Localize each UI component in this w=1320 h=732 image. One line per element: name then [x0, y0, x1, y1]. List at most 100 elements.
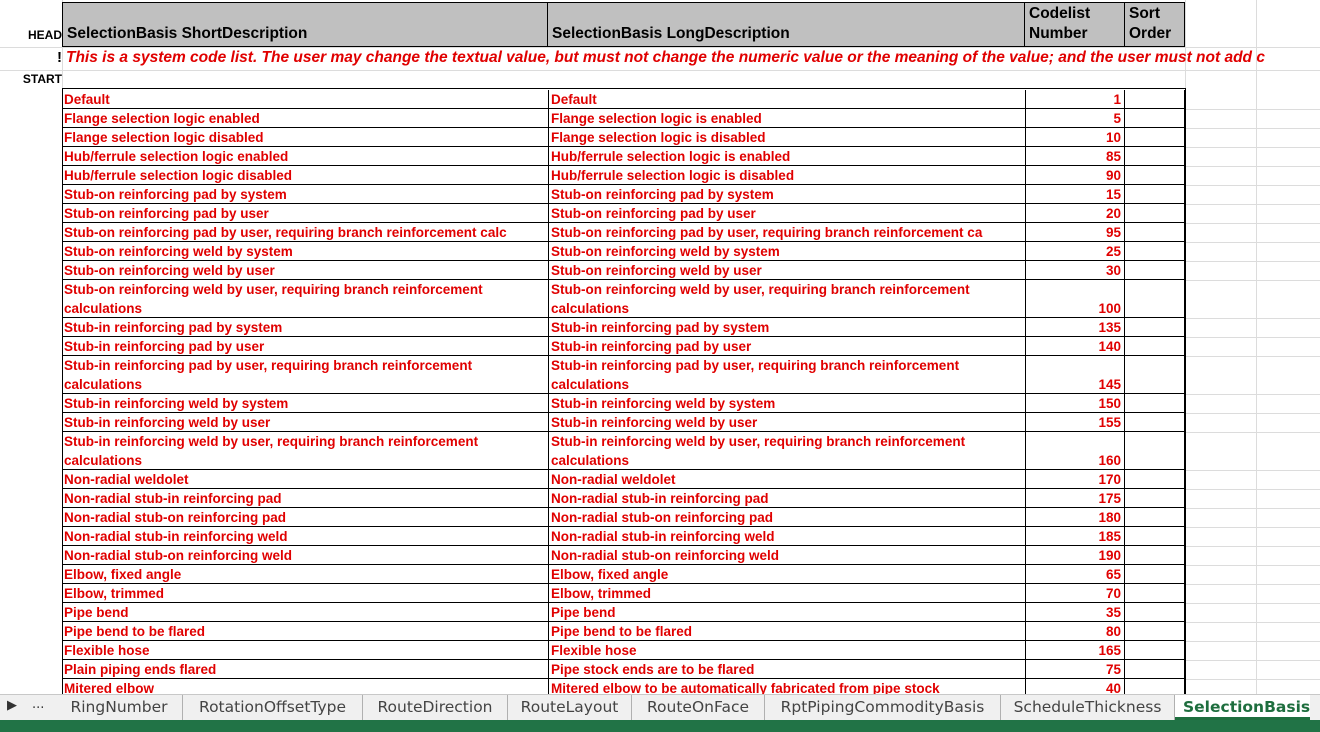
- codelist-number-cell[interactable]: 70: [1025, 584, 1125, 603]
- column-header-short-description[interactable]: SelectionBasis ShortDescription: [62, 2, 548, 47]
- sort-order-cell[interactable]: [1125, 242, 1185, 261]
- codelist-number-cell[interactable]: 5: [1025, 109, 1125, 128]
- long-description-cell[interactable]: Elbow, trimmed: [549, 584, 1026, 603]
- short-description-cell[interactable]: Non-radial stub-on reinforcing pad: [62, 508, 549, 527]
- sort-order-cell[interactable]: [1125, 470, 1185, 489]
- short-description-cell[interactable]: Stub-in reinforcing weld by user: [62, 413, 549, 432]
- codelist-number-cell[interactable]: 15: [1025, 185, 1125, 204]
- codelist-number-cell[interactable]: 155: [1025, 413, 1125, 432]
- long-description-cell[interactable]: Stub-in reinforcing pad by user, requiri…: [549, 356, 1026, 394]
- sort-order-cell[interactable]: [1125, 508, 1185, 527]
- sheet-tab-routedirection[interactable]: RouteDirection: [363, 695, 508, 720]
- short-description-cell[interactable]: Stub-on reinforcing pad by user: [62, 204, 549, 223]
- sheet-tab-rotationoffsettype[interactable]: RotationOffsetType: [183, 695, 363, 720]
- sort-order-cell[interactable]: [1125, 603, 1185, 622]
- long-description-cell[interactable]: Non-radial stub-on reinforcing pad: [549, 508, 1026, 527]
- sheet-tab-selectionbasis[interactable]: SelectionBasis: [1175, 695, 1310, 720]
- long-description-cell[interactable]: Elbow, fixed angle: [549, 565, 1026, 584]
- sheet-tab-rptpipingcommoditybasis[interactable]: RptPipingCommodityBasis: [765, 695, 1001, 720]
- long-description-cell[interactable]: Stub-on reinforcing weld by user, requir…: [549, 280, 1026, 318]
- codelist-number-cell[interactable]: 185: [1025, 527, 1125, 546]
- sheet-tab-routeonface[interactable]: RouteOnFace: [632, 695, 765, 720]
- long-description-cell[interactable]: Default: [549, 90, 1026, 109]
- long-description-cell[interactable]: Non-radial stub-in reinforcing pad: [549, 489, 1026, 508]
- short-description-cell[interactable]: Elbow, fixed angle: [62, 565, 549, 584]
- long-description-cell[interactable]: Flexible hose: [549, 641, 1026, 660]
- long-description-cell[interactable]: Non-radial stub-on reinforcing weld: [549, 546, 1026, 565]
- codelist-number-cell[interactable]: 40: [1025, 679, 1125, 694]
- long-description-cell[interactable]: Mitered elbow to be automatically fabric…: [549, 679, 1026, 694]
- codelist-number-cell[interactable]: 150: [1025, 394, 1125, 413]
- long-description-cell[interactable]: Stub-on reinforcing weld by user: [549, 261, 1026, 280]
- codelist-number-cell[interactable]: 160: [1025, 432, 1125, 470]
- short-description-cell[interactable]: Elbow, trimmed: [62, 584, 549, 603]
- codelist-number-cell[interactable]: 35: [1025, 603, 1125, 622]
- long-description-cell[interactable]: Hub/ferrule selection logic is disabled: [549, 166, 1026, 185]
- short-description-cell[interactable]: Stub-on reinforcing weld by user: [62, 261, 549, 280]
- short-description-cell[interactable]: Stub-on reinforcing pad by user, requiri…: [62, 223, 549, 242]
- codelist-number-cell[interactable]: 65: [1025, 565, 1125, 584]
- sort-order-cell[interactable]: [1125, 489, 1185, 508]
- codelist-number-cell[interactable]: 1: [1025, 90, 1125, 109]
- codelist-number-cell[interactable]: 30: [1025, 261, 1125, 280]
- codelist-number-cell[interactable]: 175: [1025, 489, 1125, 508]
- short-description-cell[interactable]: Pipe bend to be flared: [62, 622, 549, 641]
- sort-order-cell[interactable]: [1125, 641, 1185, 660]
- sort-order-cell[interactable]: [1125, 679, 1185, 694]
- sort-order-cell[interactable]: [1125, 90, 1185, 109]
- sort-order-cell[interactable]: [1125, 337, 1185, 356]
- short-description-cell[interactable]: Stub-in reinforcing pad by system: [62, 318, 549, 337]
- codelist-number-cell[interactable]: 180: [1025, 508, 1125, 527]
- sort-order-cell[interactable]: [1125, 185, 1185, 204]
- sort-order-cell[interactable]: [1125, 166, 1185, 185]
- codelist-number-cell[interactable]: 170: [1025, 470, 1125, 489]
- sort-order-cell[interactable]: [1125, 394, 1185, 413]
- sheet-tab-schedulethickness[interactable]: ScheduleThickness: [1001, 695, 1175, 720]
- sheet-tab-routelayout[interactable]: RouteLayout: [508, 695, 632, 720]
- short-description-cell[interactable]: Default: [62, 90, 549, 109]
- codelist-number-cell[interactable]: 80: [1025, 622, 1125, 641]
- sort-order-cell[interactable]: [1125, 109, 1185, 128]
- sort-order-cell[interactable]: [1125, 280, 1185, 318]
- sort-order-cell[interactable]: [1125, 660, 1185, 679]
- long-description-cell[interactable]: Non-radial stub-in reinforcing weld: [549, 527, 1026, 546]
- short-description-cell[interactable]: Pipe bend: [62, 603, 549, 622]
- codelist-number-cell[interactable]: 190: [1025, 546, 1125, 565]
- short-description-cell[interactable]: Hub/ferrule selection logic disabled: [62, 166, 549, 185]
- short-description-cell[interactable]: Flexible hose: [62, 641, 549, 660]
- long-description-cell[interactable]: Pipe stock ends are to be flared: [549, 660, 1026, 679]
- short-description-cell[interactable]: Non-radial stub-in reinforcing weld: [62, 527, 549, 546]
- codelist-number-cell[interactable]: 100: [1025, 280, 1125, 318]
- codelist-number-cell[interactable]: 90: [1025, 166, 1125, 185]
- sort-order-cell[interactable]: [1125, 356, 1185, 394]
- long-description-cell[interactable]: Stub-on reinforcing pad by system: [549, 185, 1026, 204]
- more-sheets-button[interactable]: ...: [32, 697, 44, 712]
- sort-order-cell[interactable]: [1125, 565, 1185, 584]
- codelist-number-cell[interactable]: 140: [1025, 337, 1125, 356]
- codelist-number-cell[interactable]: 25: [1025, 242, 1125, 261]
- codelist-number-cell[interactable]: 10: [1025, 128, 1125, 147]
- sort-order-cell[interactable]: [1125, 622, 1185, 641]
- long-description-cell[interactable]: Stub-on reinforcing weld by system: [549, 242, 1026, 261]
- short-description-cell[interactable]: Stub-in reinforcing weld by user, requir…: [62, 432, 549, 470]
- sort-order-cell[interactable]: [1125, 527, 1185, 546]
- codelist-number-cell[interactable]: 20: [1025, 204, 1125, 223]
- short-description-cell[interactable]: Stub-in reinforcing weld by system: [62, 394, 549, 413]
- short-description-cell[interactable]: Stub-on reinforcing pad by system: [62, 185, 549, 204]
- sort-order-cell[interactable]: [1125, 413, 1185, 432]
- triangle-right-icon[interactable]: ▶: [7, 698, 17, 713]
- short-description-cell[interactable]: Stub-on reinforcing weld by system: [62, 242, 549, 261]
- sheet-tab-ringnumber[interactable]: RingNumber: [56, 695, 183, 720]
- short-description-cell[interactable]: Stub-on reinforcing weld by user, requir…: [62, 280, 549, 318]
- long-description-cell[interactable]: Stub-in reinforcing weld by user: [549, 413, 1026, 432]
- codelist-number-cell[interactable]: 145: [1025, 356, 1125, 394]
- short-description-cell[interactable]: Non-radial weldolet: [62, 470, 549, 489]
- short-description-cell[interactable]: Non-radial stub-on reinforcing weld: [62, 546, 549, 565]
- sort-order-cell[interactable]: [1125, 128, 1185, 147]
- long-description-cell[interactable]: Stub-in reinforcing weld by system: [549, 394, 1026, 413]
- codelist-number-cell[interactable]: 95: [1025, 223, 1125, 242]
- long-description-cell[interactable]: Non-radial weldolet: [549, 470, 1026, 489]
- long-description-cell[interactable]: Stub-in reinforcing pad by user: [549, 337, 1026, 356]
- sort-order-cell[interactable]: [1125, 261, 1185, 280]
- long-description-cell[interactable]: Stub-on reinforcing pad by user, requiri…: [549, 223, 1026, 242]
